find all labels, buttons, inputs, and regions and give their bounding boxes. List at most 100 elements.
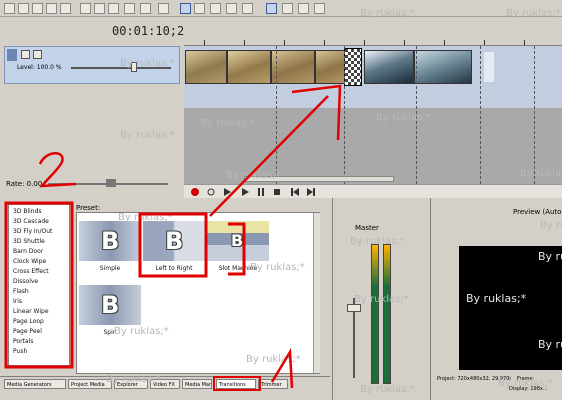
lock-envelopes-icon[interactable] [282,3,293,14]
ruler-tick [404,40,405,45]
pause-icon[interactable] [256,187,266,197]
clip-thumbnail[interactable] [315,50,345,84]
preset-thumbnail-left-to-right[interactable]: B [143,221,205,261]
watermark: By ruklas;* [466,292,527,305]
watermark: By ruklas;* [360,384,415,395]
loop-icon[interactable] [206,187,216,197]
transition-marker-icon[interactable] [344,48,362,86]
open-icon[interactable] [18,3,29,14]
preview-mode-label[interactable]: Preview (Auto) [513,208,562,216]
ignore-grouping-icon[interactable] [298,3,309,14]
list-item[interactable]: Portals [13,338,33,345]
watermark: By ruklas;* [350,236,405,247]
list-item[interactable]: 3D Shuttle [13,238,45,245]
list-item[interactable]: Page Peel [13,328,42,335]
paste-icon[interactable] [108,3,119,14]
b-letter-icon: B [101,291,120,319]
master-meter [371,244,379,384]
auto-crossfade-icon[interactable] [314,3,325,14]
list-item[interactable]: Cross Effect [13,268,49,275]
b-letter-icon: B [231,231,244,250]
rate-slider-thumb-icon[interactable] [106,179,116,187]
preview-screen[interactable] [459,246,562,370]
envelope-tool-icon[interactable] [194,3,205,14]
preset-scrollbar[interactable] [313,213,320,373]
preset-thumbnail-simple[interactable]: B [79,221,141,261]
record-icon[interactable] [190,187,200,197]
list-item[interactable]: 3D Fly In/Out [13,228,52,235]
grid-line [276,46,277,184]
normal-edit-tool-icon[interactable] [180,3,191,14]
b-letter-icon: B [165,227,184,255]
preset-thumbnail-slot-machine[interactable]: B [207,221,269,261]
ruler-tick [284,40,285,45]
watermark: By ruklas;* [200,118,255,129]
list-item[interactable]: Flash [13,288,29,295]
clip-thumbnail[interactable] [271,50,315,84]
copy-icon[interactable] [94,3,105,14]
watermark: By ruklas;* [246,354,301,365]
clip-end-icons [484,52,494,82]
master-fader-thumb[interactable] [347,304,361,312]
list-item[interactable]: Push [13,348,27,355]
timeline-area[interactable] [184,24,562,184]
b-letter-icon: B [101,227,120,255]
clip-thumbnail[interactable] [185,50,227,84]
redo-icon[interactable] [140,3,151,14]
list-item[interactable]: Page Loop [13,318,44,325]
list-item[interactable]: Dissolve [13,278,38,285]
list-item[interactable]: Clock Wipe [13,258,46,265]
play-icon[interactable] [240,187,250,197]
snapping-icon[interactable] [242,3,253,14]
auto-ripple-icon[interactable] [266,3,277,14]
tab-media-manager[interactable]: Media Manager [182,379,212,389]
help-icon[interactable] [158,3,169,14]
transitions-list[interactable]: 3D Blinds 3D Cascade 3D Fly In/Out 3D Sh… [8,204,70,366]
watermark: By ruklas;* [120,58,175,69]
mixer-toolbar [343,206,423,216]
timecode-display: 00:01:10;27 [112,24,192,38]
grid-line [534,46,535,184]
video-track-lane[interactable] [184,46,562,108]
list-item[interactable]: 3D Blinds [13,208,42,215]
preset-grid: B Simple B Left to Right B Slot Machine … [76,212,320,374]
render-icon[interactable] [60,3,71,14]
preset-thumbnail-spin[interactable]: B [79,285,141,325]
go-to-end-icon[interactable] [306,187,316,197]
properties-icon[interactable] [46,3,57,14]
ruler-tick [484,40,485,45]
grid-line [344,46,345,184]
ruler-tick [364,40,365,45]
list-item[interactable]: Linear Wipe [13,308,49,315]
save-icon[interactable] [32,3,43,14]
preset-header: Preset: [76,204,101,212]
clip-thumbnail[interactable] [414,50,472,84]
timeline-ruler[interactable] [184,24,562,46]
rate-label: Rate: 0.00 [6,180,43,188]
mute-icon[interactable] [21,50,30,59]
ruler-tick [324,40,325,45]
cut-icon[interactable] [80,3,91,14]
new-icon[interactable] [4,3,15,14]
list-item[interactable]: 3D Cascade [13,218,49,225]
undo-icon[interactable] [124,3,135,14]
tab-media-generators[interactable]: Media Generators [4,379,66,389]
clip-thumbnail[interactable] [364,50,414,84]
watermark: By ruklas;* [538,250,562,263]
clip-thumbnail[interactable] [227,50,271,84]
play-from-start-icon[interactable] [222,187,232,197]
watermark: By ruklas;* [226,170,281,181]
grid-line [480,46,481,184]
master-meter [383,244,391,384]
solo-icon[interactable] [33,50,42,59]
list-item[interactable]: Iris [13,298,22,305]
stop-icon[interactable] [272,187,282,197]
go-to-start-icon[interactable] [290,187,300,197]
zoom-tool-icon[interactable] [226,3,237,14]
list-item[interactable]: Barn Door [13,248,43,255]
tab-trimmer[interactable]: Trimmer [258,379,288,389]
tab-transitions[interactable]: Transitions [216,379,256,389]
selection-tool-icon[interactable] [210,3,221,14]
master-label: Master [355,224,379,232]
preset-label: Simple [99,265,121,272]
